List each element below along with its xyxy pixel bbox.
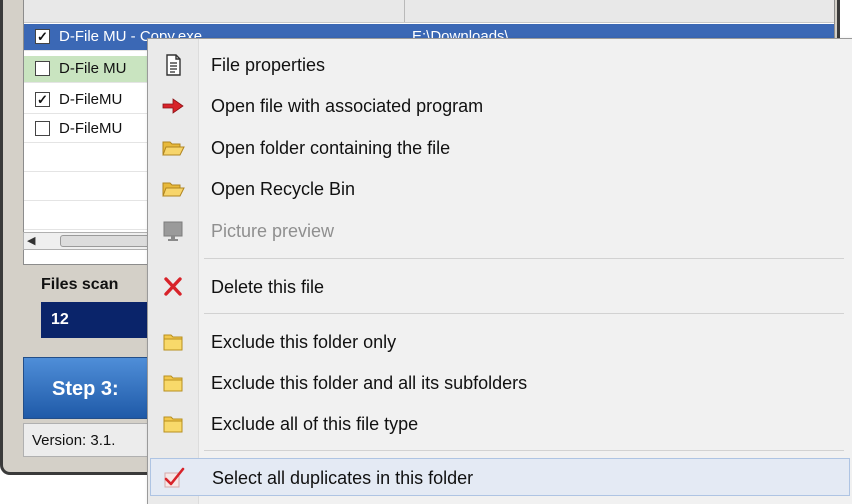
scroll-left-icon[interactable]: ◀	[27, 234, 35, 247]
menu-item-open-recycle-bin[interactable]: Open Recycle Bin	[148, 170, 852, 208]
menu-item-picture-preview: Picture preview	[148, 212, 852, 250]
context-menu: File properties Open file with associate…	[147, 38, 852, 504]
monitor-icon	[160, 219, 186, 243]
row-checkbox[interactable]: ✓	[35, 92, 50, 107]
menu-item-select-duplicates[interactable]: Select all duplicates in this folder	[150, 458, 850, 496]
row-filename: D-File MU	[59, 60, 127, 77]
menu-item-label: Delete this file	[211, 277, 325, 297]
menu-separator	[204, 258, 844, 259]
row-filename: D-FileMU	[59, 120, 123, 137]
files-scanned-value: 12	[41, 302, 151, 338]
list-header	[24, 0, 834, 23]
open-folder-icon	[160, 177, 186, 201]
open-folder-icon	[160, 136, 186, 160]
menu-item-delete-file[interactable]: Delete this file	[148, 268, 852, 306]
version-status: Version: 3.1.	[23, 423, 153, 457]
document-icon	[160, 53, 186, 77]
menu-item-exclude-folder[interactable]: Exclude this folder only	[148, 323, 852, 361]
menu-separator	[204, 450, 844, 451]
menu-item-exclude-folder-subfolders[interactable]: Exclude this folder and all its subfolde…	[148, 364, 852, 402]
folder-icon	[160, 412, 186, 436]
checkmark-icon	[161, 466, 187, 490]
menu-item-label: Open folder containing the file	[211, 138, 451, 158]
menu-item-file-properties[interactable]: File properties	[148, 46, 852, 84]
menu-item-label: Exclude all of this file type	[211, 414, 419, 434]
folder-icon	[160, 371, 186, 395]
menu-item-open-file[interactable]: Open file with associated program	[148, 87, 852, 125]
menu-item-exclude-file-type[interactable]: Exclude all of this file type	[148, 405, 852, 443]
horizontal-scrollbar[interactable]: ◀	[23, 232, 150, 250]
row-filename: D-FileMU	[59, 91, 123, 108]
files-scanned-label: Files scan	[41, 276, 119, 293]
red-x-icon	[160, 275, 186, 299]
row-checkbox[interactable]: ✓	[35, 29, 50, 44]
red-arrow-icon	[160, 94, 186, 118]
menu-item-label: Exclude this folder and all its subfolde…	[211, 373, 528, 393]
menu-item-label: Exclude this folder only	[211, 332, 397, 352]
scroll-thumb[interactable]	[60, 235, 150, 247]
row-checkbox[interactable]	[35, 121, 50, 136]
row-checkbox[interactable]	[35, 61, 50, 76]
folder-icon	[160, 330, 186, 354]
menu-item-label: Open Recycle Bin	[211, 179, 356, 199]
menu-item-label: Select all duplicates in this folder	[212, 468, 474, 488]
menu-item-label: Open file with associated program	[211, 96, 484, 116]
step-3-button[interactable]: Step 3:	[23, 357, 153, 419]
menu-item-label: Picture preview	[211, 221, 335, 241]
column-divider[interactable]	[404, 0, 405, 22]
menu-item-open-folder[interactable]: Open folder containing the file	[148, 129, 852, 167]
menu-item-label: File properties	[211, 55, 326, 75]
menu-separator	[204, 313, 844, 314]
